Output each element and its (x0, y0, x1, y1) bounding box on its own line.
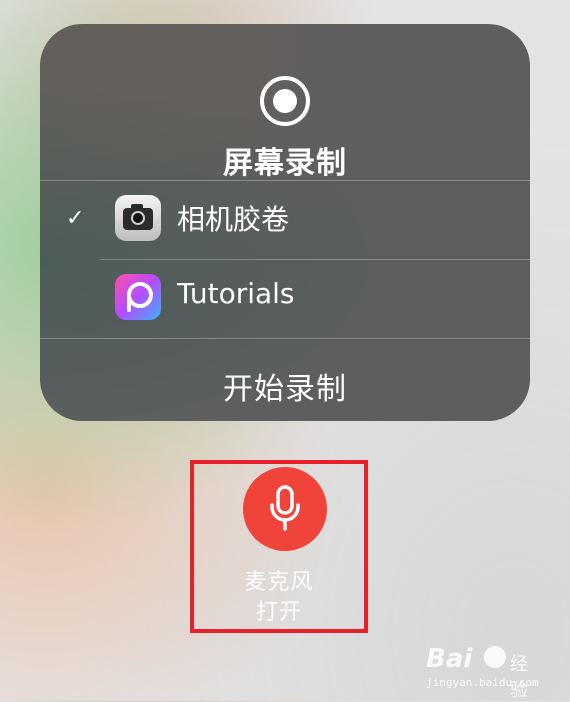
picsart-icon (115, 274, 161, 320)
destination-tutorials[interactable]: Tutorials (40, 259, 530, 339)
microphone-toggle-button[interactable] (243, 467, 327, 551)
destination-camera-roll[interactable]: ✓ 相机胶卷 (40, 180, 530, 260)
record-icon (260, 76, 310, 126)
watermark-brand: Bai (426, 644, 473, 674)
watermark-url: jingyan.baidu.com (426, 676, 539, 689)
microphone-status: 打开 (255, 600, 302, 625)
start-recording-button[interactable]: 开始录制 (40, 364, 530, 408)
baidu-watermark: Bai 经验 jingyan.baidu.com (426, 640, 539, 701)
microphone-label: 麦克风 (244, 570, 314, 595)
camera-icon (115, 195, 161, 241)
paw-icon (484, 646, 506, 668)
destination-label: 相机胶卷 (177, 203, 290, 236)
destination-label: Tutorials (177, 277, 295, 310)
divider (40, 338, 530, 339)
screen-recording-panel: 屏幕录制 ✓ 相机胶卷 Tutorials 开始录制 (40, 24, 530, 421)
panel-title: 屏幕录制 (223, 146, 347, 181)
checkmark-icon: ✓ (66, 206, 85, 231)
microphone-icon (270, 485, 300, 531)
